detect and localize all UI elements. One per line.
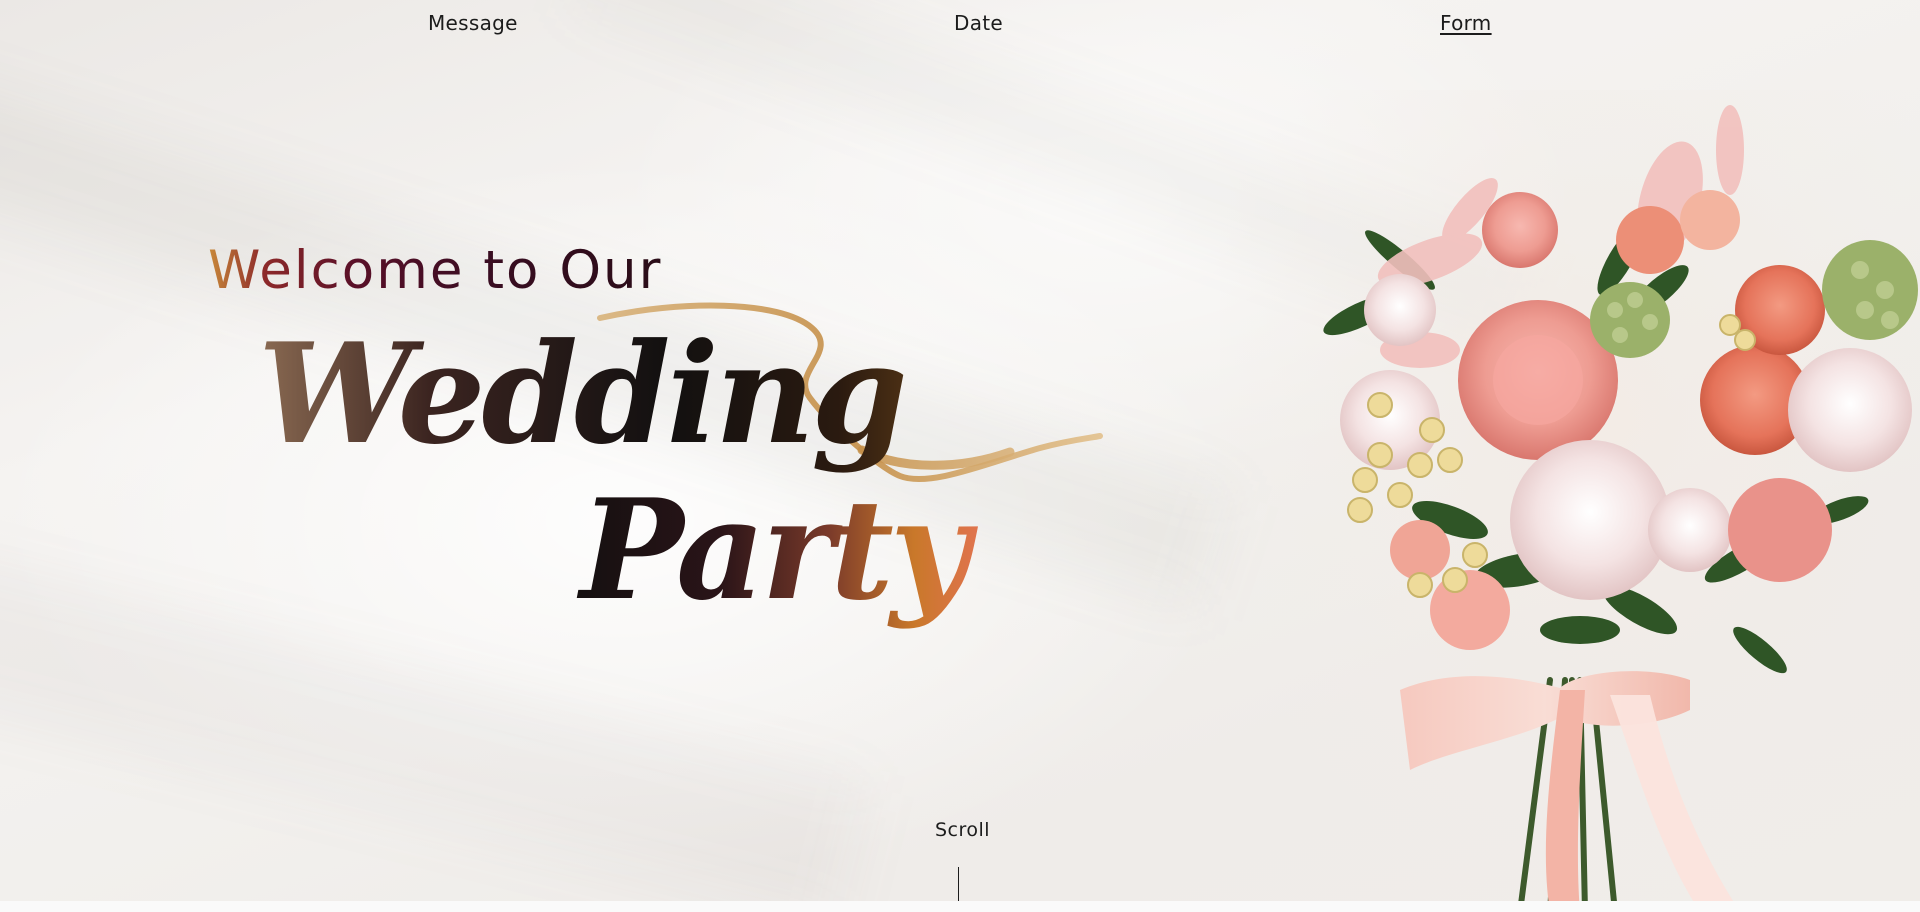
scroll-indicator-line: [958, 867, 959, 901]
page-background: Message Date Form Welcome to Our Wedding…: [0, 0, 1920, 912]
nav-link-form[interactable]: Form: [1440, 11, 1492, 35]
welcome-heading: Welcome to Our: [208, 240, 663, 301]
nav-link-message[interactable]: Message: [428, 11, 518, 35]
bottom-strip: [0, 901, 1920, 912]
shadow-streak: [0, 520, 868, 912]
scroll-link[interactable]: Scroll: [935, 819, 990, 841]
nav-link-date[interactable]: Date: [954, 11, 1003, 35]
bouquet-image: [1220, 90, 1920, 912]
